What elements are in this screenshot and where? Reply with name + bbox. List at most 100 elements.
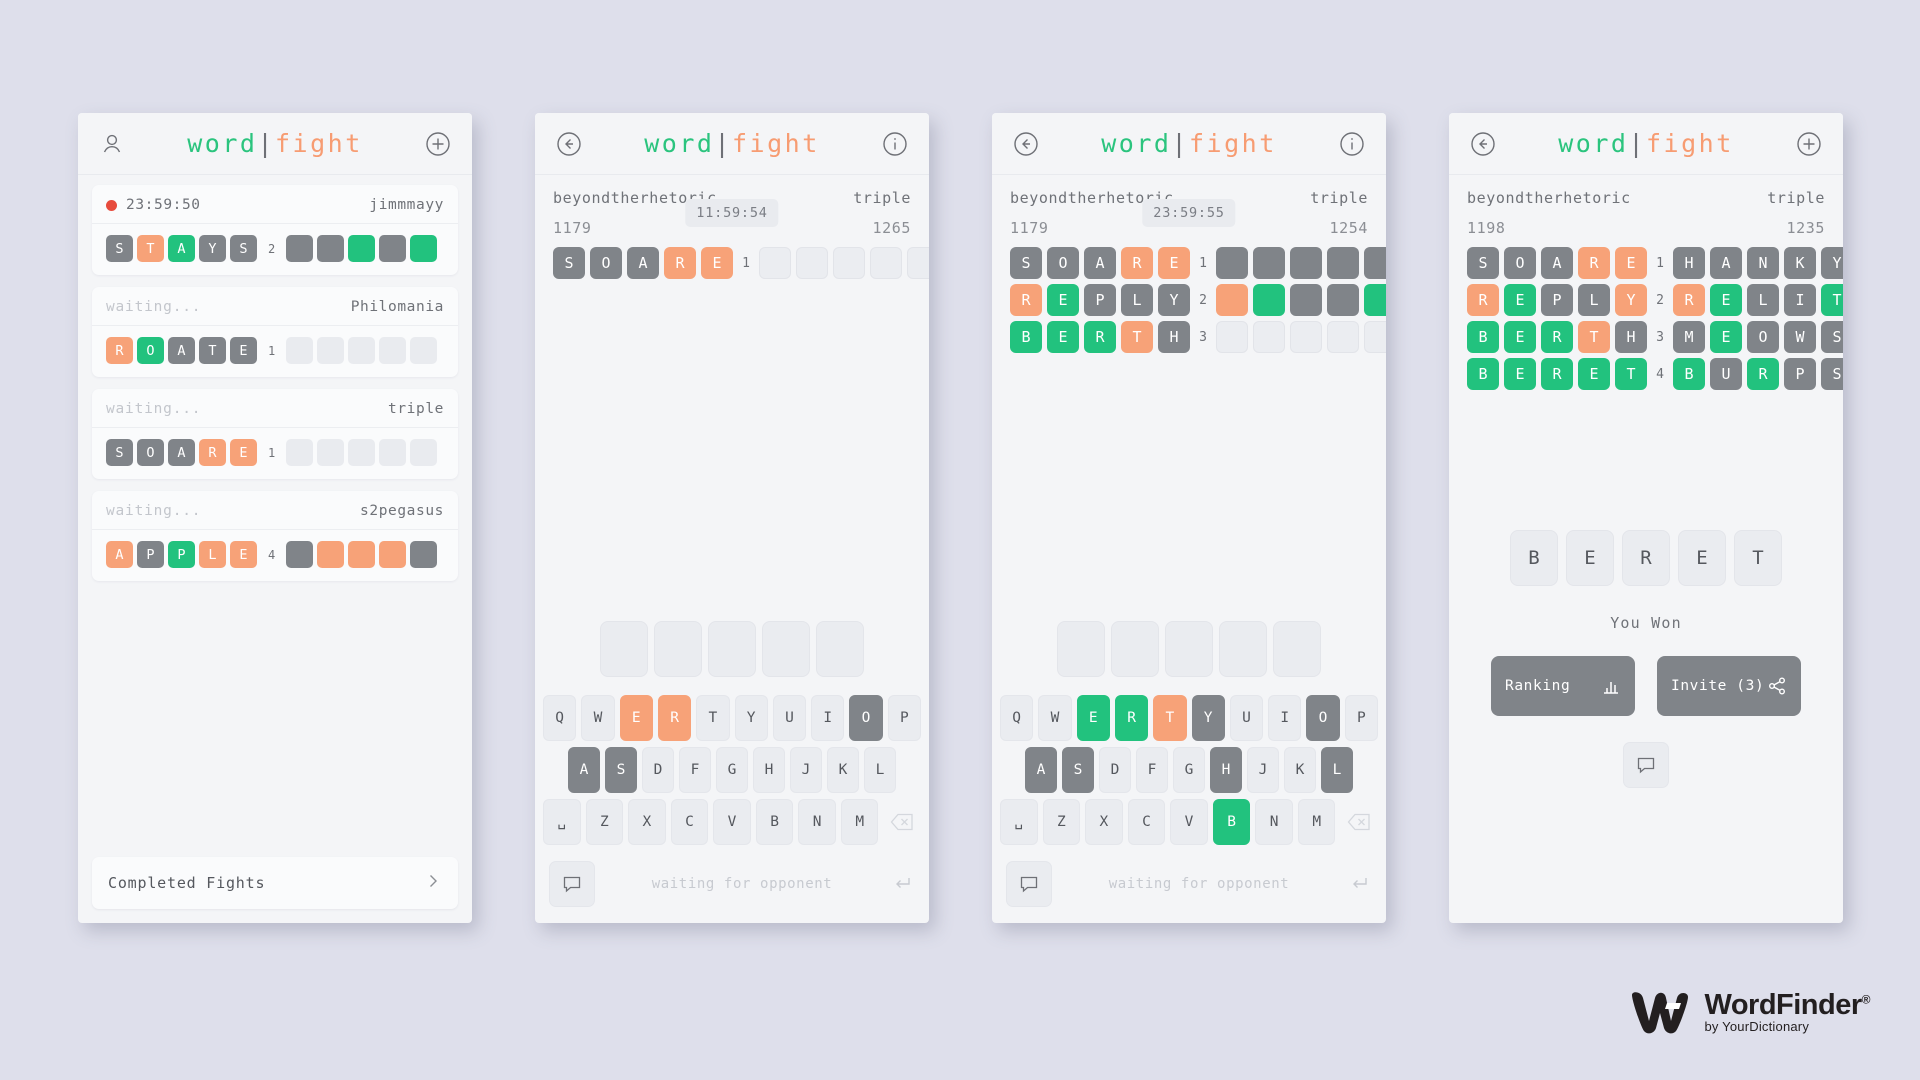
guess-slot[interactable] [1219, 621, 1267, 677]
key-p[interactable]: P [1344, 695, 1378, 741]
key-h[interactable]: H [1210, 747, 1242, 793]
completed-fights-button[interactable]: Completed Fights [92, 857, 458, 909]
key-q[interactable]: Q [1000, 695, 1034, 741]
key-u[interactable]: U [1229, 695, 1264, 741]
key-p[interactable]: P [887, 695, 921, 741]
key-i[interactable]: I [1268, 695, 1302, 741]
guess-slot[interactable] [816, 621, 864, 677]
guess-slot[interactable] [708, 621, 756, 677]
enter-arrow-icon[interactable] [1346, 874, 1372, 894]
chat-input[interactable]: waiting for opponent [1062, 876, 1336, 892]
guess-slot[interactable] [654, 621, 702, 677]
key-a[interactable]: A [1025, 747, 1057, 793]
key-s[interactable]: S [605, 747, 637, 793]
key-u[interactable]: U [772, 695, 807, 741]
key-c[interactable]: C [670, 799, 709, 845]
chat-bubble-icon[interactable] [549, 861, 595, 907]
key-l[interactable]: L [1321, 747, 1353, 793]
key-g[interactable]: G [1173, 747, 1205, 793]
key-y[interactable]: Y [734, 695, 768, 741]
key-z[interactable]: Z [585, 799, 624, 845]
key-m[interactable]: M [840, 799, 879, 845]
key-j[interactable]: J [1247, 747, 1279, 793]
key-k[interactable]: K [1284, 747, 1316, 793]
key-w[interactable]: W [581, 695, 615, 741]
letter-tile [1327, 284, 1359, 316]
key-k[interactable]: K [827, 747, 859, 793]
backspace-icon[interactable] [1340, 799, 1378, 845]
key-v[interactable]: V [1170, 799, 1208, 845]
chat-input[interactable]: waiting for opponent [605, 876, 879, 892]
info-circle-icon[interactable] [881, 130, 909, 158]
key-d[interactable]: D [642, 747, 674, 793]
fight-card[interactable]: waiting... s2pegasus A P P L E 4 [92, 491, 458, 581]
guess-slot[interactable] [1057, 621, 1105, 677]
profile-icon[interactable] [98, 130, 126, 158]
guess-slot[interactable] [1273, 621, 1321, 677]
key-e[interactable]: E [619, 695, 653, 741]
key-b[interactable]: B [755, 799, 794, 845]
key-a[interactable]: A [568, 747, 600, 793]
key-space[interactable]: ␣ [999, 799, 1038, 845]
key-g[interactable]: G [716, 747, 748, 793]
key-v[interactable]: V [713, 799, 751, 845]
key-n[interactable]: N [1255, 799, 1293, 845]
letter-tile [317, 235, 345, 262]
chat-bubble-icon[interactable] [1006, 861, 1052, 907]
back-arrow-icon[interactable] [1012, 130, 1040, 158]
letter-tile: A [168, 337, 195, 364]
current-guess-slots[interactable] [535, 621, 929, 695]
back-arrow-icon[interactable] [555, 130, 583, 158]
key-f[interactable]: F [679, 747, 711, 793]
key-y[interactable]: Y [1191, 695, 1225, 741]
key-t[interactable]: T [1153, 695, 1187, 741]
backspace-icon[interactable] [883, 799, 921, 845]
ranking-button[interactable]: Ranking [1491, 656, 1635, 716]
letter-tile: E [1710, 321, 1742, 353]
fight-card[interactable]: 23:59:50 jimmmayy S T A Y S 2 [92, 185, 458, 275]
letter-tile: H [1673, 247, 1705, 279]
key-d[interactable]: D [1099, 747, 1131, 793]
opponent-row-tiles [1216, 321, 1386, 353]
current-guess-slots[interactable] [992, 621, 1386, 695]
letter-tile: U [1710, 358, 1742, 390]
board-row: SOARE1HANKY [1467, 247, 1843, 279]
key-z[interactable]: Z [1042, 799, 1081, 845]
key-f[interactable]: F [1136, 747, 1168, 793]
guess-slot[interactable] [1165, 621, 1213, 677]
letter-tile: O [1504, 247, 1536, 279]
key-e[interactable]: E [1076, 695, 1110, 741]
invite-button[interactable]: Invite (3) [1657, 656, 1801, 716]
key-o[interactable]: O [1306, 695, 1340, 741]
key-space[interactable]: ␣ [542, 799, 581, 845]
plus-circle-icon[interactable] [424, 130, 452, 158]
key-o[interactable]: O [849, 695, 883, 741]
key-r[interactable]: R [1114, 695, 1149, 741]
plus-circle-icon[interactable] [1795, 130, 1823, 158]
guess-slot[interactable] [762, 621, 810, 677]
guess-slot[interactable] [600, 621, 648, 677]
key-h[interactable]: H [753, 747, 785, 793]
fight-card[interactable]: waiting... triple S O A R E 1 [92, 389, 458, 479]
chat-bubble-icon[interactable] [1623, 742, 1669, 788]
guess-slot[interactable] [1111, 621, 1159, 677]
key-j[interactable]: J [790, 747, 822, 793]
key-c[interactable]: C [1127, 799, 1166, 845]
enter-arrow-icon[interactable] [889, 874, 915, 894]
fight-status: 23:59:50 [106, 197, 201, 213]
key-t[interactable]: T [696, 695, 730, 741]
info-circle-icon[interactable] [1338, 130, 1366, 158]
key-n[interactable]: N [798, 799, 836, 845]
key-m[interactable]: M [1297, 799, 1336, 845]
key-q[interactable]: Q [543, 695, 577, 741]
key-b[interactable]: B [1212, 799, 1251, 845]
key-s[interactable]: S [1062, 747, 1094, 793]
back-arrow-icon[interactable] [1469, 130, 1497, 158]
key-l[interactable]: L [864, 747, 896, 793]
key-w[interactable]: W [1038, 695, 1072, 741]
key-x[interactable]: X [1085, 799, 1123, 845]
key-i[interactable]: I [811, 695, 845, 741]
key-x[interactable]: X [628, 799, 666, 845]
fight-card[interactable]: waiting... Philomania R O A T E 1 [92, 287, 458, 377]
key-r[interactable]: R [657, 695, 692, 741]
